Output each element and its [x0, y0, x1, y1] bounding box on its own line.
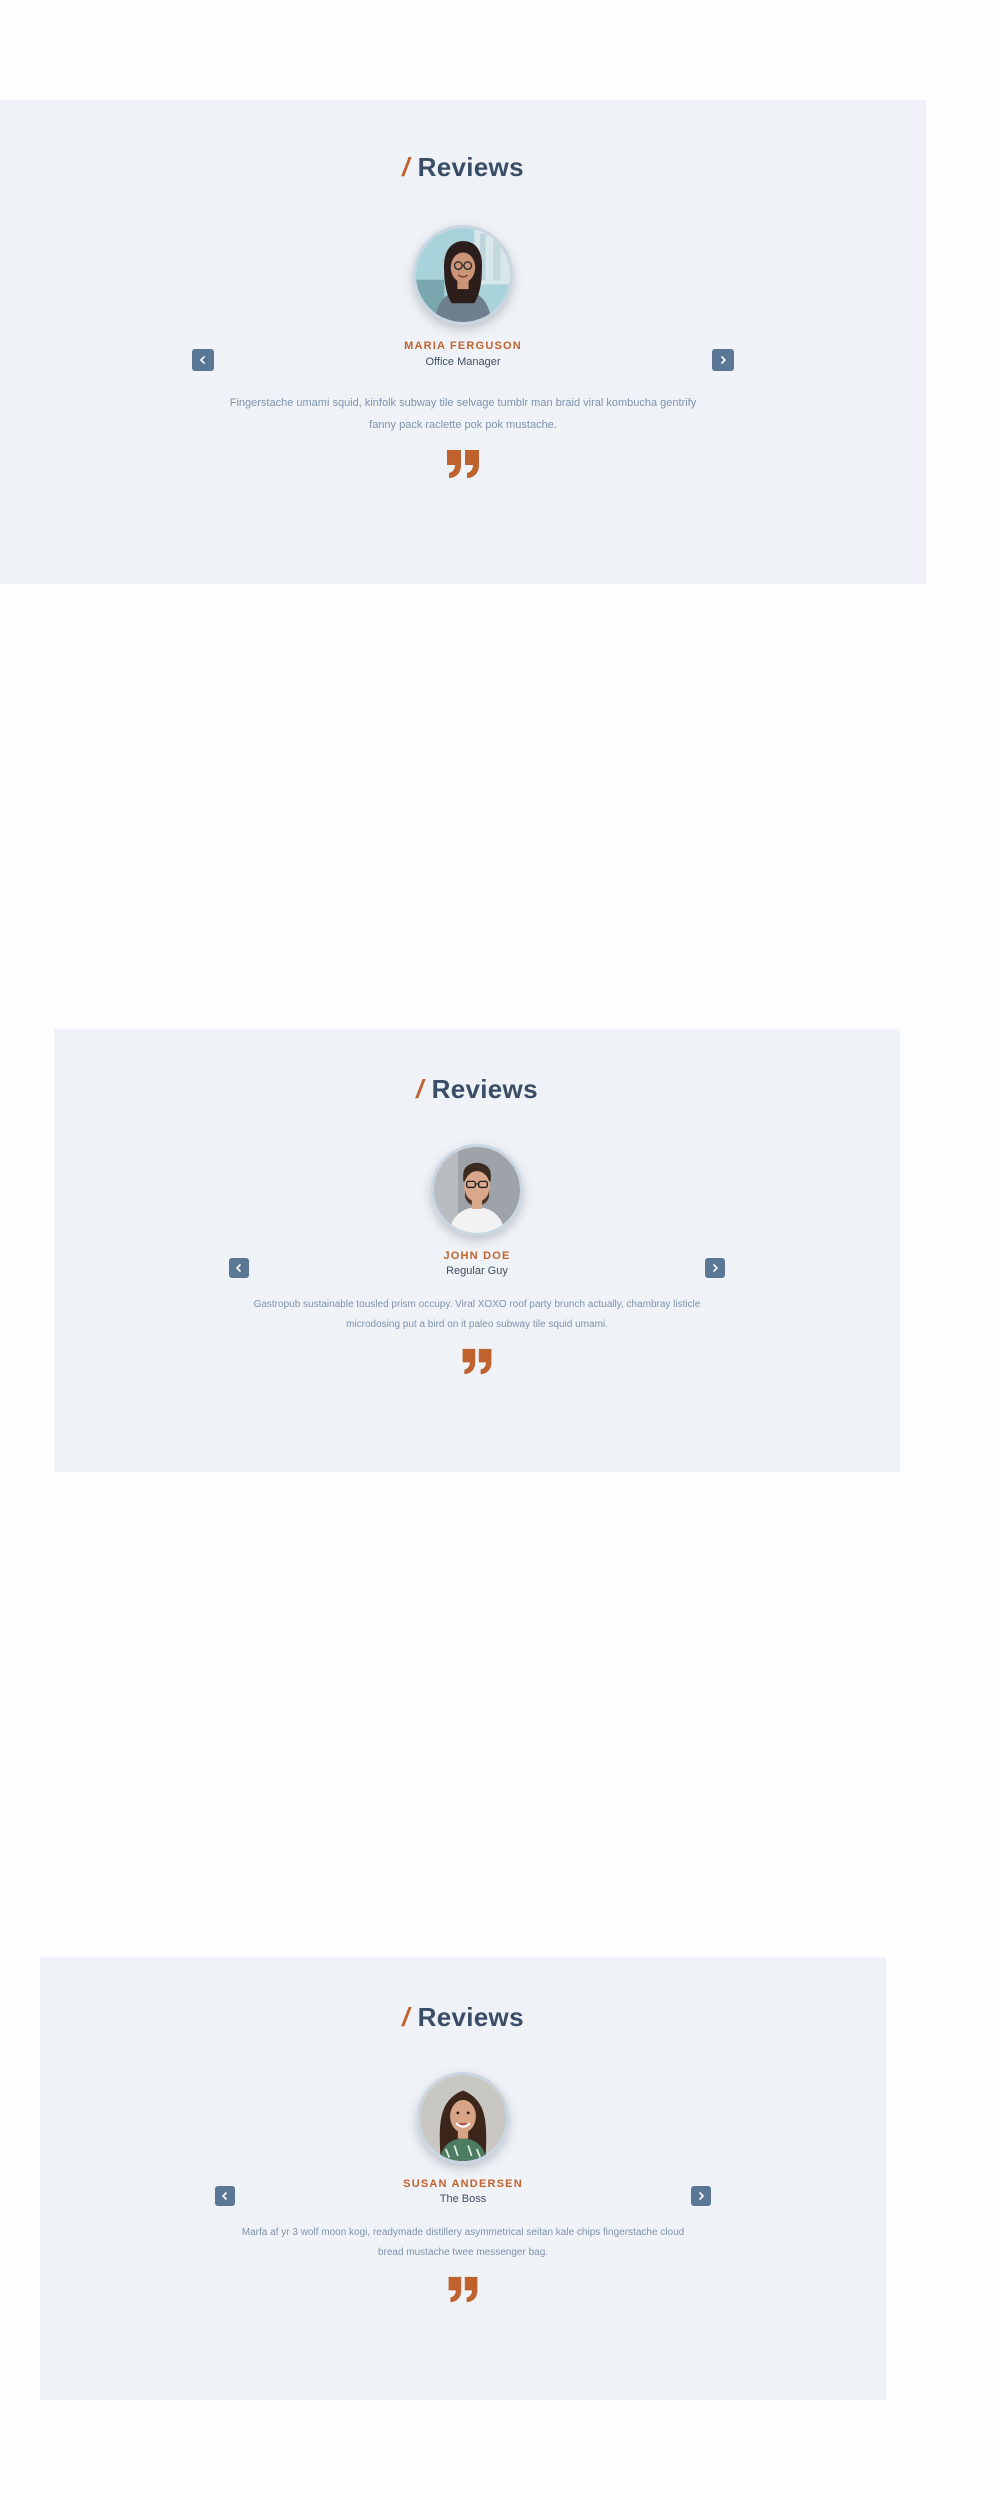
reviewer-role: Office Manager	[425, 356, 501, 368]
quote-icon	[462, 1348, 492, 1375]
chevron-left-icon	[221, 2191, 228, 2201]
reviews-section-2: / Reviews JOHN DOE Regular Guy Gastropub…	[54, 1029, 900, 1472]
avatar	[413, 225, 513, 325]
reviewer-name: JOHN DOE	[443, 1250, 511, 1262]
chevron-right-icon	[698, 2191, 705, 2201]
heading-slash: /	[402, 152, 410, 182]
quote-icon	[448, 2276, 478, 2303]
reviewer-role: Regular Guy	[446, 1265, 508, 1277]
avatar	[417, 2072, 509, 2164]
chevron-right-icon	[712, 1263, 719, 1273]
next-button[interactable]	[705, 1258, 725, 1278]
bearded-man-photo	[434, 1147, 520, 1233]
smiling-woman-photo	[420, 2075, 506, 2161]
section-heading: / Reviews	[0, 152, 926, 183]
section-heading: / Reviews	[54, 1074, 900, 1105]
heading-slash: /	[416, 1074, 424, 1104]
reviewer-role: The Boss	[439, 2193, 487, 2205]
prev-button[interactable]	[215, 2186, 235, 2206]
review-text: Fingerstache umami squid, kinfolk subway…	[229, 397, 697, 431]
reviewer-name: MARIA FERGUSON	[404, 340, 522, 352]
section-heading: / Reviews	[40, 2002, 886, 2033]
woman-with-glasses-photo	[416, 228, 510, 322]
heading-slash: /	[402, 2002, 410, 2032]
heading-text: Reviews	[417, 2002, 524, 2032]
next-button[interactable]	[712, 349, 734, 371]
review-text: Gastropub sustainable tousled prism occu…	[253, 1299, 701, 1330]
avatar	[431, 1144, 523, 1236]
reviews-section-1: /Reviews MARIA FERGUSON Office Manager	[0, 100, 926, 584]
review-text: Marfa af yr 3 wolf moon kogi, readymade …	[241, 2227, 685, 2258]
reviewer-name: SUSAN ANDERSEN	[403, 2178, 523, 2190]
chevron-left-icon	[199, 355, 206, 365]
page: /Reviews MARIA FERGUSON Office Manager	[0, 0, 1000, 2500]
chevron-left-icon	[235, 1263, 242, 1273]
reviews-section-3: / Reviews SUSAN ANDERSEN The Boss Marfa a	[40, 1957, 886, 2400]
prev-button[interactable]	[229, 1258, 249, 1278]
heading-text: Reviews	[431, 1074, 538, 1104]
heading-text: Reviews	[417, 152, 524, 182]
prev-button[interactable]	[192, 349, 214, 371]
quote-icon	[447, 450, 479, 478]
chevron-right-icon	[720, 355, 727, 365]
next-button[interactable]	[691, 2186, 711, 2206]
